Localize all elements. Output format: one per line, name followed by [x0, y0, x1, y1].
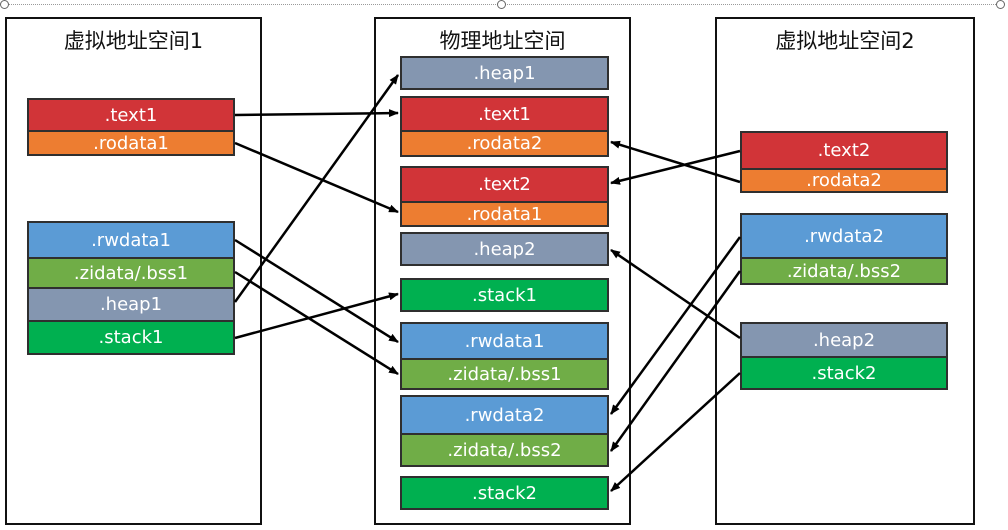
arrow-v1-text1-to-phys-text1	[234, 109, 399, 118]
arrow-v1-rodata1-to-phys-rodata1	[234, 141, 399, 214]
mapping-arrows	[233, 74, 742, 492]
arrow-v1-stack1-to-phys-stack1	[234, 292, 399, 340]
arrow-v1-heap1-to-phys-heap1	[233, 74, 400, 303]
arrow-v2-zidata2-to-phys-zidata2	[609, 270, 742, 452]
arrow-v1-zidata1-to-phys-zidata1	[234, 270, 399, 376]
arrow-v2-stack2-to-phys-stack2	[610, 372, 741, 492]
arrow-v1-rwdata1-to-phys-rwdata1	[234, 238, 399, 344]
arrow-v2-rodata2-to-phys-rodata2	[610, 140, 741, 184]
arrow-v2-text2-to-phys-text2	[610, 149, 741, 185]
